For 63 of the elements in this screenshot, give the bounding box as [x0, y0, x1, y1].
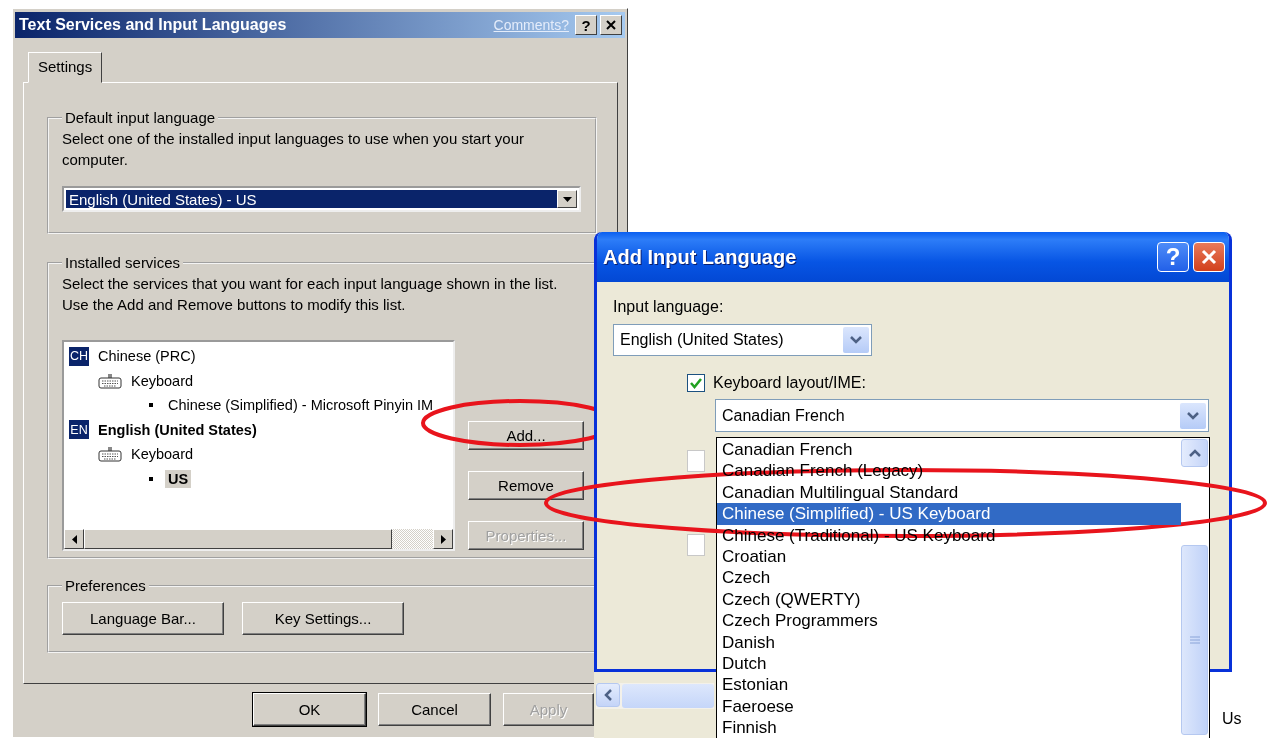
layout-dropdown[interactable]: Canadian French [715, 399, 1209, 432]
keyboard-icon [98, 372, 122, 389]
left-arrow-icon [71, 534, 77, 544]
window-title: Add Input Language [603, 245, 798, 269]
list-option[interactable]: Canadian Multilingual Standard [717, 481, 1181, 504]
chevron-down-icon [850, 336, 862, 344]
language-dropdown[interactable]: English (United States) - US [62, 186, 581, 212]
dialog-button[interactable]: OK [253, 693, 366, 726]
preference-button[interactable]: Key Settings... [242, 602, 404, 635]
list-option[interactable]: Chinese (Simplified) - US Keyboard [717, 503, 1181, 525]
check-icon [690, 377, 702, 389]
scrollbar-thumb[interactable] [1181, 545, 1208, 735]
horizontal-scrollbar[interactable] [64, 529, 453, 549]
grip-icon [1189, 636, 1200, 644]
scroll-right-button[interactable] [433, 529, 453, 549]
help-button[interactable]: ? [1157, 242, 1189, 272]
chevron-down-icon [1187, 411, 1199, 420]
tree-item[interactable]: Keyboard [128, 371, 197, 390]
bullet-icon [149, 403, 153, 408]
bullet-icon [149, 476, 153, 481]
checkbox[interactable] [687, 374, 705, 392]
description-text: Select the services that you want for each input language shown in the list. Use the Add and Remove buttons to modify this list. [62, 274, 559, 315]
window-title: Text Services and Input Languages [19, 16, 288, 34]
list-option[interactable]: Croatian [717, 545, 1181, 568]
tree-item[interactable]: English (United States) [95, 420, 260, 439]
help-button[interactable]: ? [575, 15, 597, 35]
tree-item[interactable]: US [165, 469, 192, 488]
language-dropdown[interactable]: English (United States) [613, 324, 872, 356]
keyboard-icon [98, 446, 122, 463]
field-label: Input language: [613, 298, 725, 316]
right-arrow-icon [440, 534, 446, 544]
scroll-up-button[interactable] [1181, 439, 1208, 467]
close-icon [606, 20, 616, 30]
close-icon [1201, 249, 1217, 265]
tree-item[interactable]: Chinese (Simplified) - Microsoft Pinyin IM [165, 396, 437, 415]
close-button[interactable] [600, 15, 622, 35]
list-option[interactable]: Danish [717, 631, 1181, 653]
action-button[interactable]: Remove [468, 471, 584, 500]
language-badge: CH [69, 346, 89, 366]
horizontal-scrollbar[interactable] [596, 683, 714, 709]
vertical-scrollbar[interactable] [1181, 438, 1209, 737]
list-option[interactable]: Czech Programmers [717, 610, 1181, 632]
list-option[interactable]: Canadian French [717, 439, 1181, 461]
group-title: Default input language [64, 109, 217, 126]
dropdown-arrow-icon [562, 196, 572, 202]
scrollbar-thumb[interactable] [622, 684, 714, 708]
checkbox-label: Keyboard layout/IME: [713, 374, 866, 392]
list-option[interactable]: Estonian [717, 674, 1181, 696]
tree-item[interactable]: Chinese (PRC) [95, 347, 199, 366]
list-option[interactable]: Czech (QWERTY) [717, 588, 1181, 611]
preference-button[interactable]: Language Bar... [62, 602, 224, 635]
list-option[interactable]: Dutch [717, 652, 1181, 675]
list-option[interactable]: Finnish [717, 717, 1181, 737]
list-option[interactable]: Czech [717, 567, 1181, 589]
tab[interactable]: Settings [28, 52, 103, 83]
list-option[interactable]: Faeroese [717, 695, 1181, 718]
group-title: Installed services [64, 254, 182, 271]
cell-text: Us [1222, 710, 1242, 728]
dialog-button[interactable]: Cancel [378, 693, 491, 726]
tree-item[interactable]: Keyboard [128, 445, 197, 464]
description-text: Select one of the installed input languages to use when you start your computer. [62, 129, 525, 170]
group-title: Preferences [64, 577, 147, 594]
language-badge: EN [69, 420, 89, 440]
